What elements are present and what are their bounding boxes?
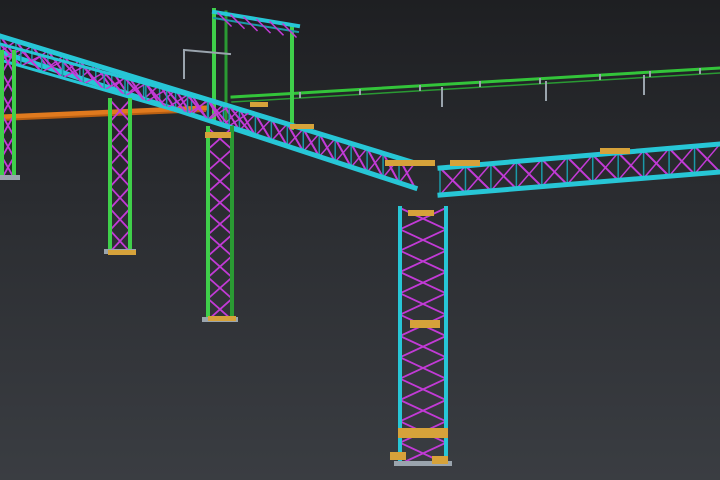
truss-diagonal [438, 164, 467, 197]
truss-diagonal [515, 158, 543, 190]
truss-diagonal [464, 162, 492, 194]
pipe-rack-line [231, 72, 720, 103]
gusset-plate [290, 124, 314, 129]
truss-bottom-chord [437, 169, 720, 198]
3d-model-viewport[interactable] [0, 0, 720, 480]
truss-bridge-right [437, 141, 720, 198]
gusset-plate [390, 452, 406, 460]
gusset-plate [408, 210, 434, 216]
truss-diagonal [693, 142, 720, 176]
gusset-plate [205, 132, 231, 138]
gusset-plate [250, 102, 268, 107]
truss-diagonal [591, 151, 620, 184]
truss-diagonal [302, 132, 321, 153]
truss-diagonal [540, 156, 569, 188]
gusset-plate [108, 250, 136, 255]
gusset-plate [450, 160, 480, 166]
gusset-plate [600, 148, 630, 154]
truss-diagonal [254, 117, 273, 137]
truss-diagonal [270, 122, 289, 142]
truss-diagonal [489, 160, 518, 192]
truss-diagonal [350, 147, 369, 169]
gusset-plate [410, 320, 440, 328]
gusset-plate [432, 456, 448, 464]
truss-diagonal [366, 152, 385, 174]
truss-diagonal [334, 142, 353, 163]
truss-diagonal [318, 137, 337, 158]
pipe-support-arm [182, 48, 232, 56]
truss-diagonal [642, 147, 671, 180]
truss-diagonal [668, 145, 696, 178]
steel-structure-model[interactable] [0, 0, 720, 480]
truss-column-front [394, 206, 452, 466]
truss-diagonal [566, 153, 594, 186]
truss-column-left [104, 98, 136, 254]
gusset-plate [398, 428, 448, 438]
truss-diagonal [617, 149, 645, 182]
pipe-rack-line [230, 66, 720, 99]
gusset-plate [385, 160, 435, 166]
truss-column-center [202, 126, 238, 322]
gusset-plate [208, 316, 236, 321]
base-plate [0, 175, 20, 180]
truss-diagonal [286, 127, 305, 148]
